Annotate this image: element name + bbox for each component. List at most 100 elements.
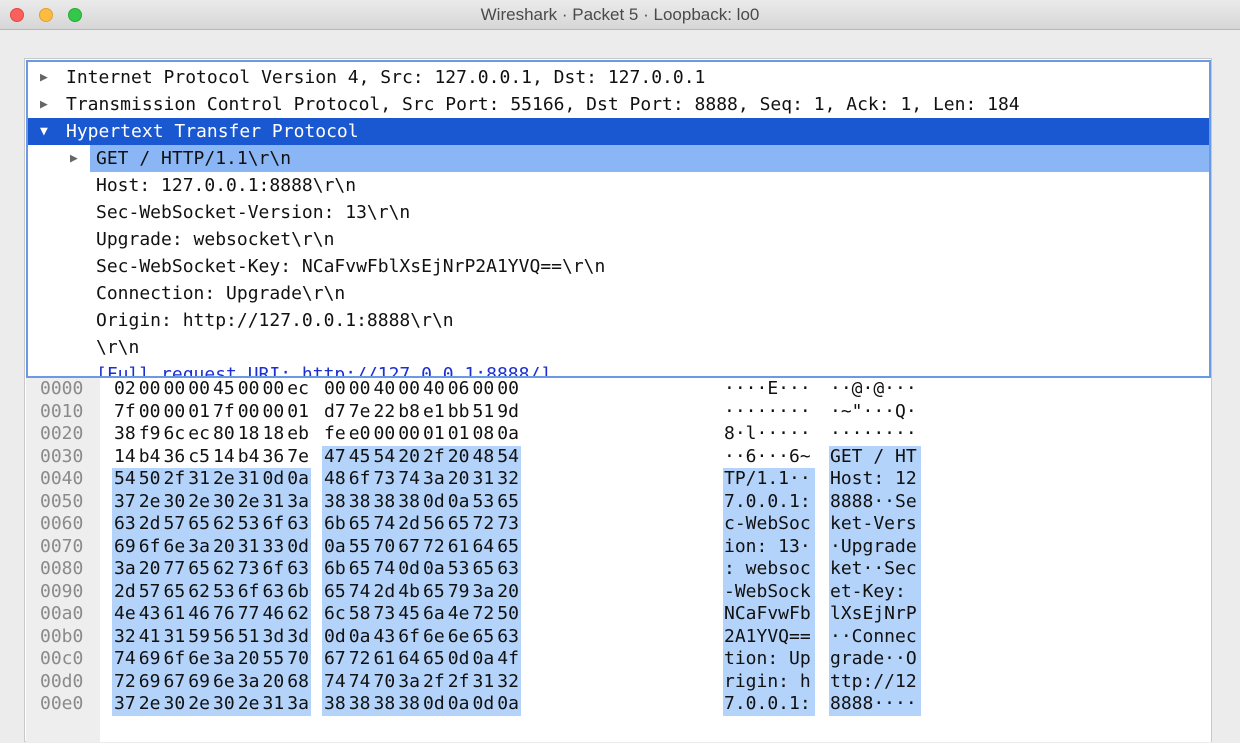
hex-byte[interactable]: 73 xyxy=(374,603,398,626)
hex-byte[interactable]: 38 xyxy=(349,491,373,514)
hex-byte[interactable]: 20 xyxy=(213,536,237,559)
hex-byte[interactable]: 7f xyxy=(114,401,138,424)
hex-byte[interactable]: 3a xyxy=(473,581,497,604)
hex-byte[interactable]: 00 xyxy=(164,401,188,424)
hex-byte[interactable]: 00 xyxy=(349,378,373,401)
hex-byte[interactable]: 00 xyxy=(238,401,262,424)
hex-byte[interactable]: 4e xyxy=(448,603,472,626)
hex-byte[interactable]: 72 xyxy=(473,513,497,536)
ascii-chunk[interactable]: et-Key: xyxy=(830,581,917,604)
hex-byte[interactable]: 18 xyxy=(238,423,262,446)
hex-byte[interactable]: 3a xyxy=(423,468,447,491)
ascii-chunk[interactable]: ········ xyxy=(830,423,917,446)
hex-byte[interactable]: 63 xyxy=(263,581,287,604)
hex-byte[interactable]: 65 xyxy=(473,626,497,649)
hex-byte[interactable]: 0a xyxy=(349,626,373,649)
hex-byte[interactable]: 31 xyxy=(263,693,287,716)
hex-byte[interactable]: 79 xyxy=(448,581,472,604)
hex-byte[interactable]: 2e xyxy=(238,491,262,514)
ascii-chunk[interactable]: ttp://12 xyxy=(830,671,917,694)
hex-byte[interactable]: ec xyxy=(188,423,212,446)
hex-byte[interactable]: 20 xyxy=(448,446,472,469)
hex-byte[interactable]: 2f xyxy=(164,468,188,491)
hex-byte[interactable]: 65 xyxy=(188,558,212,581)
hex-byte[interactable]: 61 xyxy=(374,648,398,671)
hex-byte[interactable]: 20 xyxy=(238,648,262,671)
ascii-chunk[interactable]: TP/1.1·· xyxy=(724,468,811,491)
hex-byte[interactable]: 63 xyxy=(497,558,521,581)
ascii-chunk[interactable]: lXsEjNrP xyxy=(830,603,917,626)
hex-byte[interactable]: b4 xyxy=(139,446,163,469)
hex-byte[interactable]: 59 xyxy=(188,626,212,649)
hex-byte[interactable]: 31 xyxy=(473,468,497,491)
hex-byte[interactable]: 45 xyxy=(349,446,373,469)
hex-byte[interactable]: 00 xyxy=(473,378,497,401)
ascii-chunk[interactable]: GET / HT xyxy=(830,446,917,469)
hex-byte[interactable]: 55 xyxy=(349,536,373,559)
hex-byte[interactable]: 36 xyxy=(263,446,287,469)
hex-byte[interactable]: 36 xyxy=(164,446,188,469)
hex-byte[interactable]: e0 xyxy=(349,423,373,446)
hex-byte[interactable]: 20 xyxy=(448,468,472,491)
hex-byte[interactable]: 6c xyxy=(164,423,188,446)
hex-byte[interactable]: 14 xyxy=(114,446,138,469)
hex-byte[interactable]: 3a xyxy=(398,671,422,694)
hex-byte[interactable]: 2d xyxy=(398,513,422,536)
hex-byte[interactable]: 3a xyxy=(287,491,311,514)
hex-byte[interactable]: 0d xyxy=(263,468,287,491)
hex-byte[interactable]: 46 xyxy=(263,603,287,626)
hex-byte[interactable]: 31 xyxy=(188,468,212,491)
hex-byte[interactable]: 3a xyxy=(188,536,212,559)
hex-byte[interactable]: 31 xyxy=(238,536,262,559)
hex-byte[interactable]: 48 xyxy=(473,446,497,469)
ascii-chunk[interactable]: 8888···· xyxy=(830,693,917,716)
hex-byte[interactable]: 2d xyxy=(374,581,398,604)
ascii-chunk[interactable]: 2A1YVQ== xyxy=(724,626,811,649)
hex-byte[interactable]: 47 xyxy=(324,446,348,469)
hex-byte[interactable]: 38 xyxy=(398,693,422,716)
disclosure-expanded-icon[interactable]: ▼ xyxy=(40,118,48,145)
hex-byte[interactable]: 72 xyxy=(114,671,138,694)
hex-byte[interactable]: 2d xyxy=(139,513,163,536)
hex-byte[interactable]: bb xyxy=(448,401,472,424)
hex-byte[interactable]: 0a xyxy=(287,468,311,491)
hex-byte[interactable]: 6b xyxy=(324,513,348,536)
hex-byte[interactable]: 76 xyxy=(213,603,237,626)
hex-byte[interactable]: 2f xyxy=(423,671,447,694)
hex-byte[interactable]: 20 xyxy=(398,446,422,469)
hex-byte[interactable]: 2e xyxy=(188,693,212,716)
ascii-chunk[interactable]: c-WebSoc xyxy=(724,513,811,536)
hex-byte[interactable]: 3a xyxy=(287,693,311,716)
hex-byte[interactable]: 32 xyxy=(114,626,138,649)
ascii-chunk[interactable]: -WebSock xyxy=(724,581,811,604)
hex-byte[interactable]: eb xyxy=(287,423,311,446)
hex-byte[interactable]: 02 xyxy=(114,378,138,401)
hex-byte[interactable]: 20 xyxy=(497,581,521,604)
hex-byte[interactable]: 0a xyxy=(497,693,521,716)
ascii-chunk[interactable]: ·~"···Q· xyxy=(830,401,917,424)
hex-byte[interactable]: 00 xyxy=(139,401,163,424)
hex-byte[interactable]: 41 xyxy=(139,626,163,649)
hex-byte[interactable]: 30 xyxy=(213,491,237,514)
hex-byte[interactable]: b4 xyxy=(238,446,262,469)
hex-byte[interactable]: 65 xyxy=(497,536,521,559)
hex-byte[interactable]: 63 xyxy=(497,626,521,649)
tree-row[interactable]: [Full request URI: http://127.0.0.1:8888… xyxy=(28,361,1209,376)
hex-byte[interactable]: 70 xyxy=(374,671,398,694)
ascii-chunk[interactable]: ·Upgrade xyxy=(830,536,917,559)
ascii-chunk[interactable]: NCaFvwFb xyxy=(724,603,811,626)
hex-byte[interactable]: 0d xyxy=(423,693,447,716)
hex-byte[interactable]: 30 xyxy=(164,693,188,716)
hex-byte[interactable]: e1 xyxy=(423,401,447,424)
hex-byte[interactable]: 4e xyxy=(114,603,138,626)
hex-byte[interactable]: 77 xyxy=(164,558,188,581)
hex-byte[interactable]: 65 xyxy=(448,513,472,536)
hex-byte[interactable]: 65 xyxy=(349,513,373,536)
hex-byte[interactable]: 50 xyxy=(139,468,163,491)
hex-byte[interactable]: ec xyxy=(287,378,311,401)
hex-byte[interactable]: 0d xyxy=(473,693,497,716)
hex-byte[interactable]: 69 xyxy=(114,536,138,559)
disclosure-collapsed-icon[interactable]: ▶ xyxy=(70,145,78,172)
hex-byte[interactable]: 31 xyxy=(263,491,287,514)
hex-byte[interactable]: 2d xyxy=(114,581,138,604)
